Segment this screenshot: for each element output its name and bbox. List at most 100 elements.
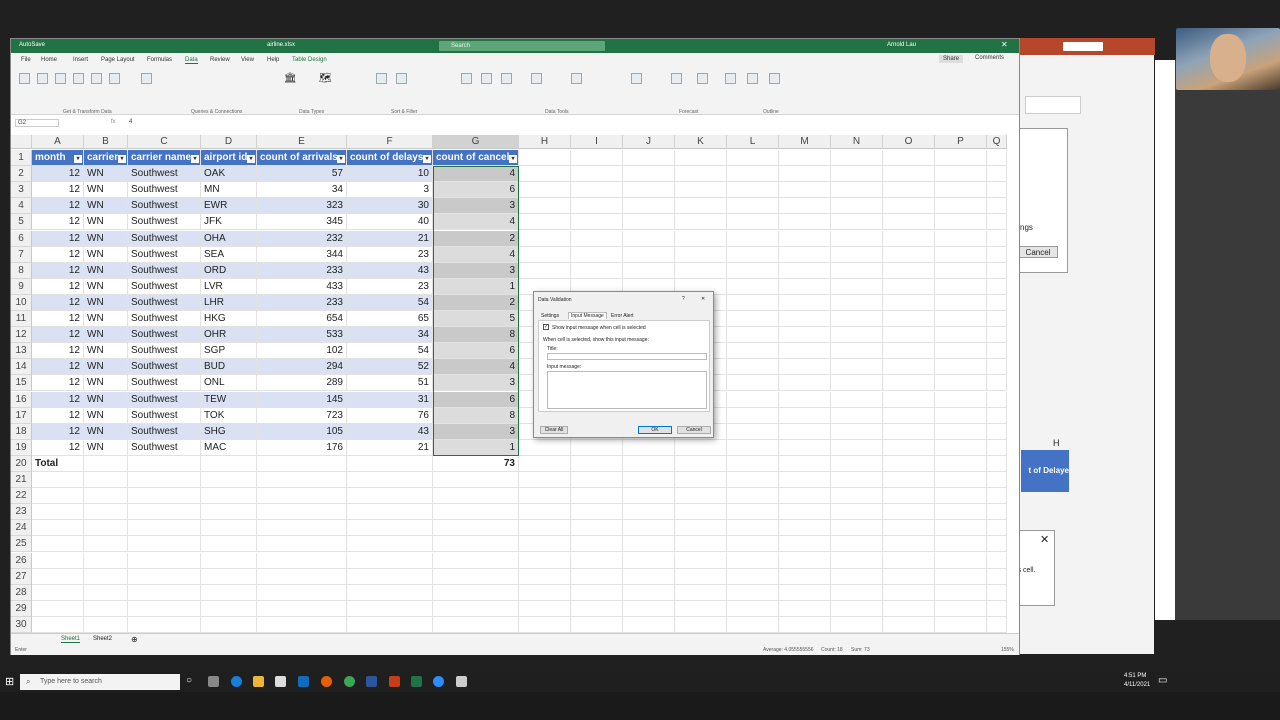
name-box[interactable]: G2 <box>15 119 59 127</box>
empty-cell[interactable] <box>883 584 935 601</box>
empty-cell[interactable] <box>571 552 623 569</box>
empty-cell[interactable] <box>433 616 519 633</box>
table-cell[interactable]: 65 <box>347 311 433 328</box>
empty-cell[interactable] <box>201 568 257 585</box>
empty-cell[interactable] <box>935 455 987 472</box>
empty-cell[interactable] <box>675 616 727 633</box>
table-cell[interactable]: WN <box>84 343 128 360</box>
table-cell[interactable]: OAK <box>201 166 257 183</box>
empty-cell[interactable] <box>727 214 779 231</box>
existing-connections-icon[interactable] <box>109 73 120 84</box>
filter-icon[interactable] <box>396 73 407 84</box>
empty-cell[interactable] <box>623 552 675 569</box>
empty-cell[interactable] <box>987 214 1007 231</box>
task-view-icon[interactable] <box>208 676 219 687</box>
empty-cell[interactable] <box>883 600 935 617</box>
empty-cell[interactable] <box>32 488 84 505</box>
empty-cell[interactable] <box>571 488 623 505</box>
table-cell[interactable]: WN <box>84 278 128 295</box>
table-cell[interactable]: Southwest <box>128 423 201 440</box>
menu-help[interactable]: Help <box>267 57 279 63</box>
table-cell[interactable]: 4 <box>433 246 519 263</box>
empty-cell[interactable] <box>935 407 987 424</box>
geography-icon[interactable]: 🗺 <box>319 73 332 84</box>
table-cell[interactable]: Southwest <box>128 311 201 328</box>
flash-fill-icon[interactable] <box>481 73 492 84</box>
empty-cell[interactable] <box>987 552 1007 569</box>
table-cell[interactable]: WN <box>84 246 128 263</box>
empty-cell[interactable] <box>623 600 675 617</box>
empty-cell[interactable] <box>623 536 675 553</box>
empty-cell[interactable] <box>347 568 433 585</box>
empty-cell[interactable] <box>779 359 831 376</box>
empty-cell[interactable] <box>779 407 831 424</box>
empty-cell[interactable] <box>831 327 883 344</box>
close-icon[interactable]: ✕ <box>1040 533 1049 546</box>
empty-cell[interactable] <box>987 166 1007 183</box>
empty-cell[interactable] <box>831 472 883 489</box>
table-cell[interactable]: 233 <box>257 294 347 311</box>
row-header[interactable]: 18 <box>11 423 32 440</box>
empty-cell[interactable] <box>571 600 623 617</box>
empty-cell[interactable] <box>32 472 84 489</box>
empty-cell[interactable] <box>987 391 1007 408</box>
empty-cell[interactable] <box>571 439 623 456</box>
empty-cell[interactable] <box>84 552 128 569</box>
table-cell[interactable]: 4 <box>433 214 519 231</box>
empty-cell[interactable] <box>727 166 779 183</box>
empty-cell[interactable] <box>675 504 727 521</box>
empty-cell[interactable] <box>84 472 128 489</box>
empty-cell[interactable] <box>32 616 84 633</box>
table-cell[interactable]: WN <box>84 182 128 199</box>
empty-cell[interactable] <box>831 262 883 279</box>
empty-cell[interactable] <box>433 488 519 505</box>
empty-cell[interactable] <box>727 504 779 521</box>
empty-cell[interactable] <box>987 504 1007 521</box>
empty-cell[interactable] <box>675 455 727 472</box>
empty-cell[interactable] <box>519 214 571 231</box>
column-header-l[interactable]: L <box>727 135 779 149</box>
empty-cell[interactable] <box>779 455 831 472</box>
table-cell[interactable]: WN <box>84 391 128 408</box>
empty-cell[interactable] <box>987 311 1007 328</box>
empty-cell[interactable] <box>883 327 935 344</box>
table-cell[interactable]: 3 <box>433 262 519 279</box>
table-header-cell[interactable]: count of arrivals ▾ <box>257 150 347 167</box>
table-cell[interactable]: LVR <box>201 278 257 295</box>
table-cell[interactable]: 12 <box>32 182 84 199</box>
table-cell[interactable]: Southwest <box>128 278 201 295</box>
empty-cell[interactable] <box>519 455 571 472</box>
table-cell[interactable]: MN <box>201 182 257 199</box>
table-cell[interactable]: 10 <box>347 166 433 183</box>
empty-cell[interactable] <box>935 327 987 344</box>
empty-cell[interactable] <box>623 439 675 456</box>
empty-cell[interactable] <box>623 488 675 505</box>
empty-cell[interactable] <box>883 246 935 263</box>
empty-cell[interactable] <box>257 616 347 633</box>
formula-input[interactable]: 4 <box>129 119 132 125</box>
empty-cell[interactable] <box>201 536 257 553</box>
table-cell[interactable]: 40 <box>347 214 433 231</box>
empty-cell[interactable] <box>571 166 623 183</box>
empty-cell[interactable] <box>935 343 987 360</box>
empty-cell[interactable] <box>727 455 779 472</box>
empty-cell[interactable] <box>347 455 433 472</box>
empty-cell[interactable] <box>935 246 987 263</box>
cortana-icon[interactable]: ○ <box>186 675 192 686</box>
empty-cell[interactable] <box>201 520 257 537</box>
table-cell[interactable]: 1 <box>433 278 519 295</box>
empty-cell[interactable] <box>201 488 257 505</box>
background-cancel-button[interactable]: Cancel <box>1018 246 1058 258</box>
row-header[interactable]: 20 <box>11 455 32 472</box>
empty-cell[interactable] <box>883 182 935 199</box>
row-header[interactable]: 26 <box>11 552 32 569</box>
remove-duplicates-icon[interactable] <box>501 73 512 84</box>
worksheet[interactable]: A B C D E F G H I J K L M N O P Q 1 month ▾ carrier ▾ carrier … <box>11 135 1011 675</box>
table-cell[interactable]: Southwest <box>128 230 201 247</box>
column-header-a[interactable]: A <box>32 135 84 149</box>
empty-cell[interactable] <box>883 616 935 633</box>
menu-data[interactable]: Data <box>185 57 198 64</box>
empty-cell[interactable] <box>779 391 831 408</box>
empty-cell[interactable] <box>831 343 883 360</box>
empty-cell[interactable] <box>519 552 571 569</box>
